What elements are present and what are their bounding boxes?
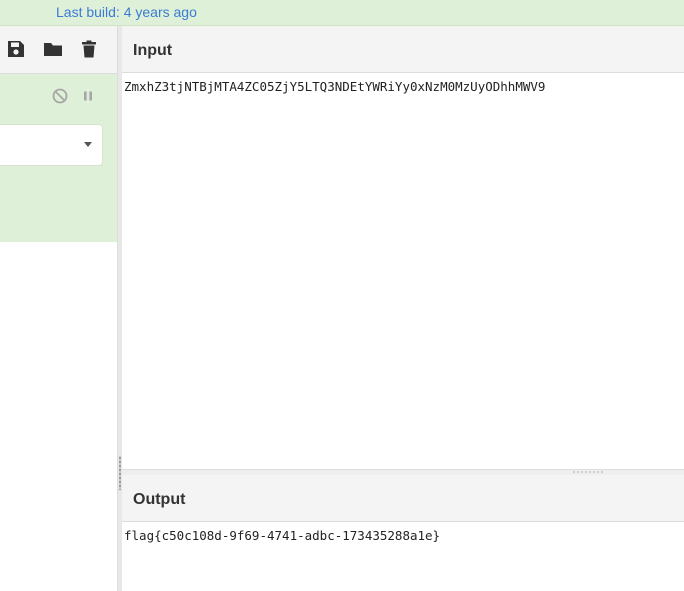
folder-icon[interactable] (42, 38, 64, 60)
operation-block (0, 74, 117, 242)
pause-icon[interactable] (79, 87, 97, 105)
input-header: Input (122, 26, 684, 73)
recipe-toolbar (0, 26, 117, 74)
grip-icon (119, 456, 121, 490)
disable-icon[interactable] (51, 87, 69, 105)
grip-icon (572, 471, 604, 473)
output-textarea[interactable]: flag{c50c108d-9f69-4741-adbc-173435288a1… (122, 522, 684, 591)
output-header: Output (122, 475, 684, 522)
recipe-panel (0, 26, 117, 591)
input-title: Input (133, 42, 173, 59)
last-build-info[interactable]: Last build: 4 years ago (56, 4, 197, 20)
trash-icon[interactable] (78, 38, 100, 60)
output-title: Output (133, 491, 186, 508)
save-icon[interactable] (5, 38, 27, 60)
input-textarea[interactable]: ZmxhZ3tjNTBjMTA4ZC05ZjY5LTQ3NDEtYWRiYy0x… (122, 73, 684, 469)
chevron-down-icon (84, 142, 92, 147)
alphabet-select[interactable] (0, 124, 103, 166)
top-banner: Last build: 4 years ago (0, 0, 684, 26)
